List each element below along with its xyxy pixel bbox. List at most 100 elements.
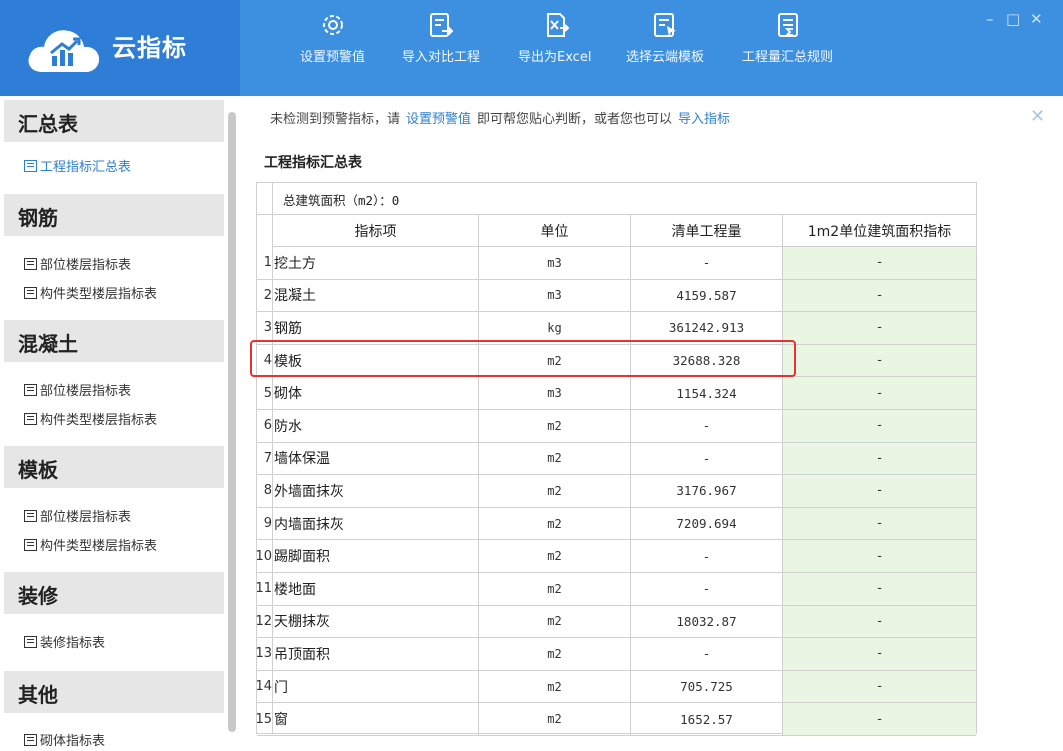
header-item: 指标项 bbox=[273, 215, 479, 247]
row-number: 9 bbox=[263, 516, 272, 532]
quantity-cell: - bbox=[631, 410, 783, 442]
row-number: 1 bbox=[263, 255, 272, 271]
table-row[interactable]: 10 踢脚面积 m2- - bbox=[255, 540, 976, 573]
index-cell: - bbox=[783, 279, 976, 312]
sidebar-scrollbar[interactable] bbox=[228, 112, 236, 732]
quantity-cell: 7209.694 bbox=[631, 507, 783, 540]
set-warning-link[interactable]: 设置预警值 bbox=[406, 112, 471, 127]
sidebar-item-rebar-floor[interactable]: 部位楼层指标表 bbox=[24, 254, 131, 273]
table-row[interactable]: 2 混凝土 m3 4159.587- bbox=[257, 279, 976, 313]
sidebar-item-formwork-floor[interactable]: 部位楼层指标表 bbox=[24, 506, 131, 525]
top-toolbar: 云指标 设置预警值 导入对比工程 导出为Excel 选择云端模板 工程量汇总规则… bbox=[0, 0, 1063, 96]
quantity-cell: - bbox=[631, 638, 783, 670]
item-name-cell: 内墙面抹灰 bbox=[273, 507, 479, 540]
header-unit: 单位 bbox=[479, 215, 631, 247]
table-row[interactable]: 13 吊顶面积 m2- - bbox=[255, 638, 976, 671]
summary-rule-icon bbox=[777, 13, 798, 37]
quantity-cell: - bbox=[631, 540, 783, 572]
row-number: 8 bbox=[263, 483, 272, 499]
index-cell: - bbox=[783, 670, 976, 703]
index-cell: - bbox=[783, 247, 976, 279]
table-icon bbox=[24, 538, 37, 551]
item-name-cell: 吊顶面积 bbox=[273, 638, 479, 670]
table-row[interactable]: 15 窗 m2 1652.57- bbox=[255, 703, 976, 736]
section-rebar[interactable]: 钢筋 bbox=[4, 194, 224, 236]
table-title: 工程指标汇总表 bbox=[264, 155, 362, 171]
item-name-cell: 防水 bbox=[273, 410, 479, 442]
index-cell: - bbox=[783, 638, 976, 670]
row-number: 13 bbox=[255, 646, 272, 662]
export-excel-button[interactable]: 导出为Excel bbox=[518, 10, 591, 80]
table-row[interactable]: 5 砌体 m3 1154.324- bbox=[257, 377, 976, 410]
logo-area: 云指标 bbox=[0, 0, 240, 96]
item-name-cell: 楼地面 bbox=[273, 573, 479, 605]
warning-notice: 未检测到预警指标，请 设置预警值 即可帮您贴心判断，或者您也可以 导入指标 bbox=[270, 112, 731, 127]
set-warning-button[interactable]: 设置预警值 bbox=[300, 10, 365, 80]
unit-cell: m3 bbox=[479, 377, 631, 409]
unit-cell: m2 bbox=[479, 442, 631, 475]
table-icon bbox=[24, 635, 37, 648]
table-row[interactable]: 8 外墙面抹灰 m2 3176.967- bbox=[257, 475, 976, 508]
sidebar-item-decoration[interactable]: 装修指标表 bbox=[24, 632, 105, 651]
table-icon bbox=[24, 159, 37, 172]
row-number: 5 bbox=[263, 385, 272, 401]
section-other[interactable]: 其他 bbox=[4, 671, 224, 713]
summary-rule-button[interactable]: 工程量汇总规则 bbox=[742, 10, 833, 80]
minimize-button[interactable]: – bbox=[986, 10, 994, 28]
close-notice-icon[interactable]: ✕ bbox=[1030, 106, 1045, 127]
index-cell: - bbox=[783, 312, 976, 344]
table-row[interactable]: 1 挖土方 m3- - bbox=[257, 247, 976, 280]
table-row[interactable]: 7 墙体保温 m2- - bbox=[257, 442, 976, 476]
close-window-button[interactable]: ✕ bbox=[1030, 10, 1043, 28]
table-row[interactable]: 6 防水 m2- - bbox=[257, 410, 976, 443]
table-row[interactable]: 12 天棚抹灰 m2 18032.87- bbox=[255, 605, 976, 639]
table-icon bbox=[24, 412, 37, 425]
total-area-row: 总建筑面积（m2）：0 bbox=[257, 183, 976, 215]
sidebar-item-concrete-floor[interactable]: 部位楼层指标表 bbox=[24, 380, 131, 399]
row-number: 15 bbox=[255, 711, 272, 727]
quantity-cell: 4159.587 bbox=[631, 279, 783, 312]
index-cell: - bbox=[783, 703, 976, 735]
index-cell: - bbox=[783, 507, 976, 540]
index-cell: - bbox=[783, 377, 976, 409]
quantity-cell: - bbox=[631, 442, 783, 475]
import-compare-button[interactable]: 导入对比工程 bbox=[402, 10, 480, 80]
table-icon bbox=[24, 733, 37, 746]
row-number: 10 bbox=[255, 548, 272, 564]
unit-cell: m2 bbox=[479, 410, 631, 442]
quantity-cell: 1652.57 bbox=[631, 703, 783, 735]
app-title: 云指标 bbox=[112, 34, 187, 62]
row-number: 11 bbox=[255, 581, 272, 597]
maximize-button[interactable]: □ bbox=[1006, 10, 1020, 28]
row-number: 7 bbox=[263, 450, 272, 466]
unit-cell: m2 bbox=[479, 573, 631, 605]
sidebar-item-rebar-component[interactable]: 构件类型楼层指标表 bbox=[24, 283, 157, 302]
import-index-link[interactable]: 导入指标 bbox=[678, 112, 730, 127]
sidebar-item-project-summary[interactable]: 工程指标汇总表 bbox=[24, 156, 131, 175]
index-cell: - bbox=[783, 344, 976, 377]
sidebar-item-formwork-component[interactable]: 构件类型楼层指标表 bbox=[24, 535, 157, 554]
item-name-cell: 外墙面抹灰 bbox=[273, 475, 479, 507]
quantity-cell: 18032.87 bbox=[631, 605, 783, 638]
quantity-cell: 3176.967 bbox=[631, 475, 783, 507]
section-formwork[interactable]: 模板 bbox=[4, 446, 224, 488]
section-concrete[interactable]: 混凝土 bbox=[4, 320, 224, 362]
table-row[interactable]: 14 门 m2 705.725- bbox=[255, 670, 976, 704]
row-number: 2 bbox=[263, 287, 272, 303]
table-icon bbox=[24, 383, 37, 396]
header-quantity: 清单工程量 bbox=[631, 215, 783, 247]
section-decoration[interactable]: 装修 bbox=[4, 572, 224, 614]
index-cell: - bbox=[783, 573, 976, 605]
index-cell: - bbox=[783, 540, 976, 572]
sidebar-item-concrete-component[interactable]: 构件类型楼层指标表 bbox=[24, 409, 157, 428]
unit-cell: m2 bbox=[479, 638, 631, 670]
cloud-template-icon bbox=[654, 13, 676, 37]
unit-cell: m2 bbox=[479, 703, 631, 735]
select-cloud-template-button[interactable]: 选择云端模板 bbox=[626, 10, 704, 80]
item-name-cell: 天棚抹灰 bbox=[273, 605, 479, 638]
table-row[interactable]: 9 内墙面抹灰 m2 7209.694- bbox=[257, 507, 976, 541]
table-row[interactable]: 11 楼地面 m2- - bbox=[255, 573, 976, 606]
section-summary[interactable]: 汇总表 bbox=[4, 100, 224, 142]
sidebar-item-masonry[interactable]: 砌体指标表 bbox=[24, 730, 105, 749]
row-number: 6 bbox=[263, 418, 272, 434]
